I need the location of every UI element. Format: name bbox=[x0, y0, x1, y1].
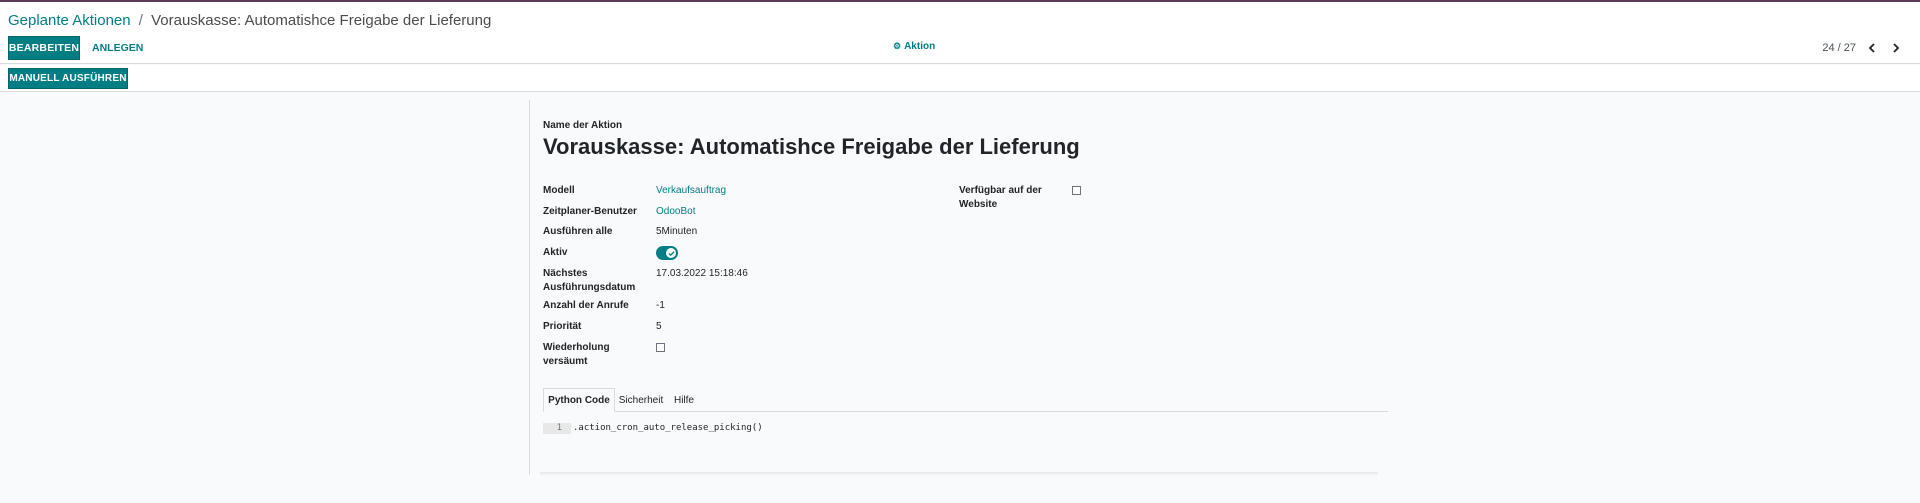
repeat-missed-checkbox[interactable] bbox=[656, 343, 665, 352]
create-button[interactable]: ANLEGEN bbox=[86, 36, 149, 60]
gear-icon: ⚙ bbox=[893, 41, 902, 51]
number-of-calls-label: Anzahl der Anrufe bbox=[543, 300, 629, 311]
breadcrumb-current: Vorauskasse: Automatishce Freigabe der L… bbox=[151, 12, 492, 29]
number-of-calls-value: -1 bbox=[656, 300, 665, 311]
edit-button[interactable]: BEARBEITEN bbox=[8, 36, 80, 60]
next-execution-value: 17.03.2022 15:18:46 bbox=[656, 268, 748, 279]
action-menu-button[interactable]: ⚙ Aktion bbox=[893, 41, 935, 52]
next-execution-label: Nächstes Ausführungsdatum bbox=[543, 267, 635, 295]
interval-label: Ausführen alle bbox=[543, 226, 613, 237]
run-manually-button[interactable]: MANUELL AUSFÜHREN bbox=[8, 68, 128, 89]
repeat-missed-label: Wiederholung versäumt bbox=[543, 341, 610, 369]
tab-help[interactable]: Hilfe bbox=[667, 388, 701, 412]
notebook-tabs: Python Code Sicherheit Hilfe bbox=[543, 388, 1388, 412]
check-icon bbox=[666, 248, 676, 258]
action-menu-label: Aktion bbox=[904, 41, 936, 52]
python-code-editor[interactable]: 1 .action_cron_auto_release_picking() bbox=[543, 412, 1388, 472]
website-published-checkbox[interactable] bbox=[1072, 186, 1081, 195]
next-execution-label-line1: Nächstes bbox=[543, 268, 588, 279]
pager-value[interactable]: 24 / 27 bbox=[1822, 42, 1856, 54]
code-line[interactable]: .action_cron_auto_release_picking() bbox=[573, 423, 763, 434]
pager-next-button[interactable] bbox=[1888, 40, 1904, 56]
form-sheet: Name der Aktion Vorauskasse: Automatishc… bbox=[529, 100, 1388, 475]
title-field-label: Name der Aktion bbox=[543, 120, 623, 131]
website-published-label-line2: Website bbox=[959, 199, 998, 210]
priority-label: Priorität bbox=[543, 321, 582, 332]
scheduler-user-label: Zeitplaner-Benutzer bbox=[543, 206, 637, 217]
interval-value: 5Minuten bbox=[656, 226, 698, 237]
form-statusbar: MANUELL AUSFÜHREN bbox=[0, 65, 1920, 92]
pager: 24 / 27 bbox=[1822, 40, 1904, 56]
chevron-left-icon bbox=[1868, 43, 1875, 53]
active-label: Aktiv bbox=[543, 247, 568, 258]
sheet-bottom-shadow bbox=[540, 472, 1378, 476]
tab-security[interactable]: Sicherheit bbox=[615, 388, 667, 412]
next-execution-label-line2: Ausführungsdatum bbox=[543, 282, 636, 293]
priority-value: 5 bbox=[656, 321, 662, 332]
model-label: Modell bbox=[543, 185, 575, 196]
chevron-right-icon bbox=[1893, 43, 1900, 53]
control-panel: Geplante Aktionen / Vorauskasse: Automat… bbox=[0, 2, 1920, 64]
pager-previous-button[interactable] bbox=[1864, 40, 1880, 56]
breadcrumb-parent-link[interactable]: Geplante Aktionen bbox=[8, 12, 131, 29]
repeat-missed-label-line1: Wiederholung bbox=[543, 342, 610, 353]
model-value-link[interactable]: Verkaufsauftrag bbox=[656, 184, 726, 198]
breadcrumb-separator: / bbox=[138, 12, 143, 29]
website-published-label: Verfügbar auf der Website bbox=[959, 184, 1042, 212]
breadcrumb: Geplante Aktionen / Vorauskasse: Automat… bbox=[8, 12, 491, 29]
title-field[interactable]: Vorauskasse: Automatishce Freigabe der L… bbox=[543, 134, 1080, 160]
scheduler-user-value-link[interactable]: OdooBot bbox=[656, 205, 695, 219]
website-published-label-line1: Verfügbar auf der bbox=[959, 185, 1042, 196]
active-toggle[interactable] bbox=[656, 246, 678, 260]
tab-python-code[interactable]: Python Code bbox=[543, 388, 615, 412]
code-line-number: 1 bbox=[543, 423, 571, 434]
repeat-missed-label-line2: versäumt bbox=[543, 356, 588, 367]
